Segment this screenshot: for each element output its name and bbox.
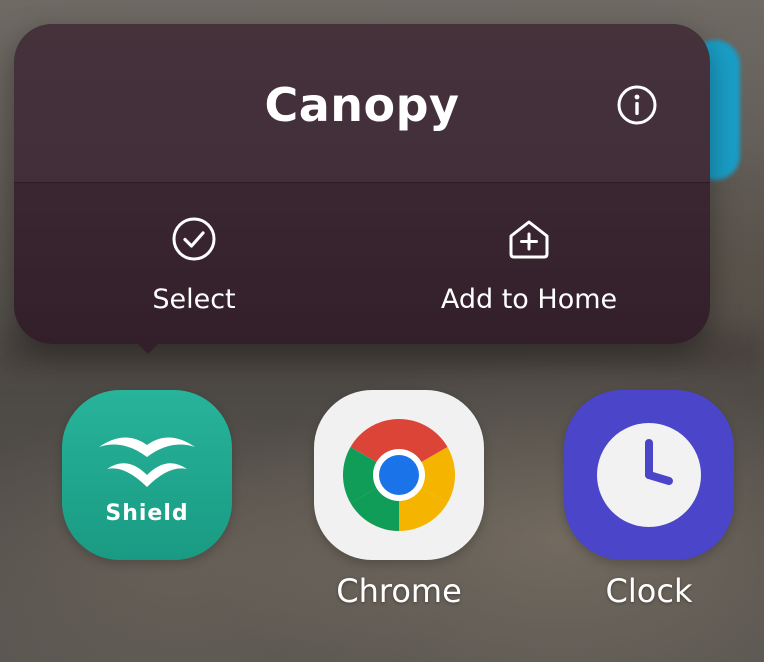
check-circle-icon <box>169 214 219 264</box>
app-chrome[interactable]: Chrome <box>314 390 484 610</box>
shield-icon-text: Shield <box>105 500 189 526</box>
chrome-app-tile[interactable] <box>314 390 484 560</box>
app-shield[interactable]: Shield <box>62 390 232 572</box>
add-to-home-button[interactable]: Add to Home <box>399 214 659 324</box>
clock-icon <box>597 423 701 527</box>
context-menu-pointer <box>134 340 162 354</box>
select-button[interactable]: Select <box>64 214 324 324</box>
clock-app-tile[interactable] <box>564 390 734 560</box>
shield-logo-icon <box>99 436 195 487</box>
chrome-label: Chrome <box>336 572 462 610</box>
chrome-icon <box>342 419 456 532</box>
app-context-menu: Canopy Select Add to Home <box>14 24 710 344</box>
context-menu-header: Canopy <box>14 24 710 182</box>
clock-label: Clock <box>605 572 693 610</box>
app-clock[interactable]: Clock <box>564 390 734 610</box>
add-to-home-label: Add to Home <box>440 284 618 315</box>
app-info-button[interactable] <box>614 82 660 128</box>
select-label: Select <box>152 284 236 315</box>
shield-app-icon[interactable]: Shield <box>62 390 232 560</box>
context-menu-title: Canopy <box>264 78 460 132</box>
info-icon <box>617 85 657 125</box>
context-menu-divider <box>14 182 710 183</box>
add-home-icon <box>504 214 554 264</box>
